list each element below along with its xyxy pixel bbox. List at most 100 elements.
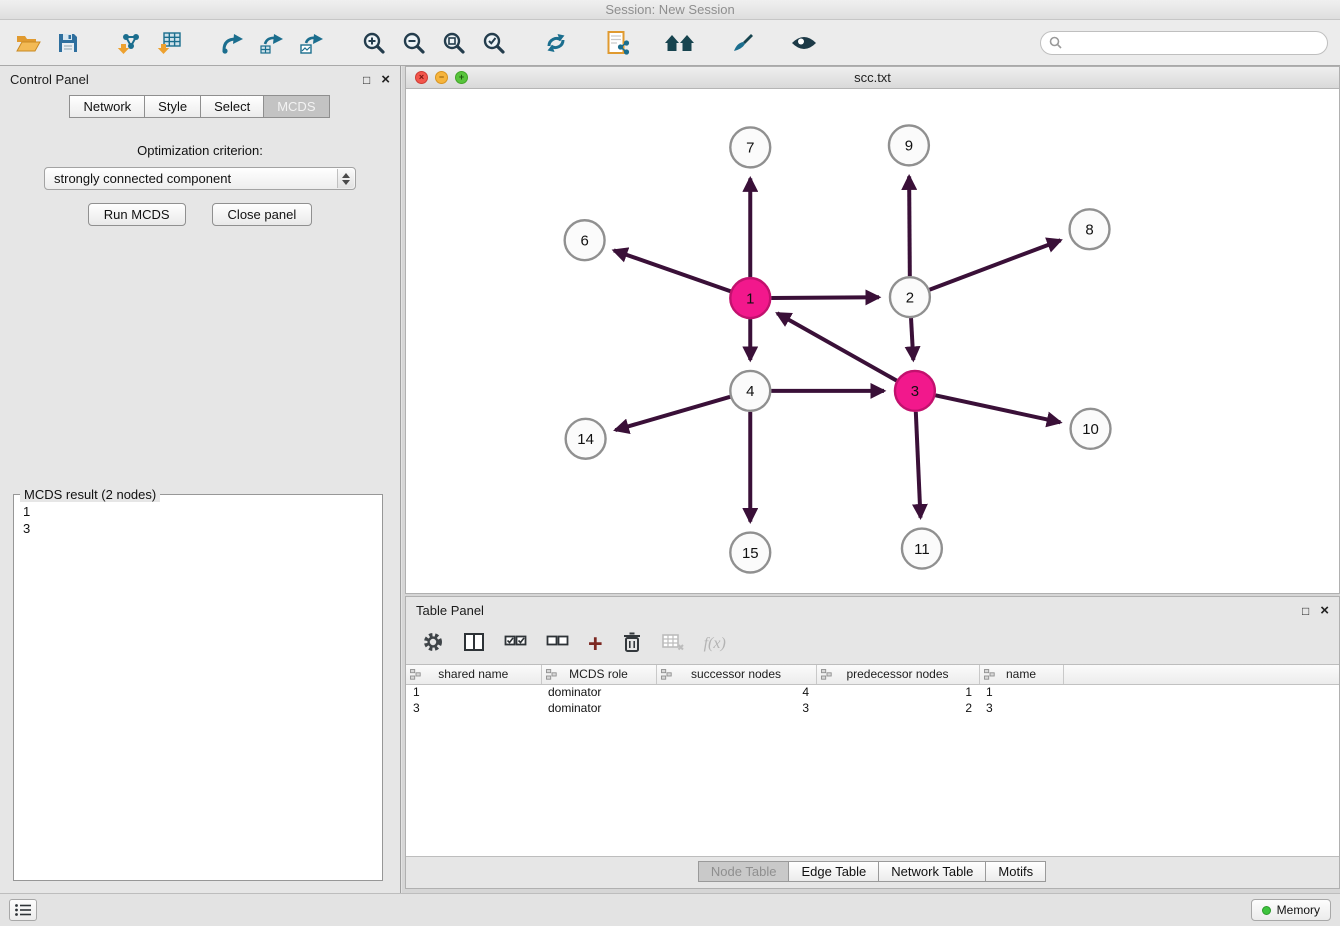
control-panel-title: Control Panel xyxy=(10,72,89,87)
function-builder-button[interactable]: f(x) xyxy=(704,635,726,653)
node-9[interactable]: 9 xyxy=(889,125,929,165)
zoom-window-icon[interactable]: + xyxy=(455,71,468,84)
node-label: 15 xyxy=(742,545,759,562)
import-network-icon xyxy=(117,30,143,56)
run-mcds-button[interactable]: Run MCDS xyxy=(88,203,186,226)
column-header-mcds-role[interactable]: MCDS role xyxy=(541,665,656,684)
status-list-button[interactable] xyxy=(9,899,37,921)
show-graphics-details-button[interactable] xyxy=(788,25,820,61)
edge-1-to-6[interactable] xyxy=(614,250,731,291)
export-network-button[interactable] xyxy=(216,25,248,61)
import-table-button[interactable] xyxy=(154,25,186,61)
delete-column-button[interactable] xyxy=(622,631,642,658)
column-header-filler xyxy=(1063,665,1339,684)
search-input[interactable] xyxy=(1068,35,1319,51)
column-header-predecessor-nodes[interactable]: predecessor nodes xyxy=(816,665,979,684)
export-image-icon xyxy=(299,31,325,55)
node-3[interactable]: 3 xyxy=(895,371,935,411)
column-type-icon xyxy=(546,669,557,680)
node-15[interactable]: 15 xyxy=(730,533,770,573)
search-field[interactable] xyxy=(1040,31,1328,55)
zoom-out-button[interactable] xyxy=(398,25,430,61)
column-header-successor-nodes[interactable]: successor nodes xyxy=(656,665,816,684)
style-brush-button[interactable] xyxy=(726,25,758,61)
memory-button[interactable]: Memory xyxy=(1251,899,1331,921)
node-label: 10 xyxy=(1082,421,1099,438)
refresh-view-button[interactable] xyxy=(540,25,572,61)
export-table-button[interactable] xyxy=(256,25,288,61)
edge-3-to-1[interactable] xyxy=(777,313,896,380)
tab-style[interactable]: Style xyxy=(144,95,201,118)
node-6[interactable]: 6 xyxy=(565,220,605,260)
export-table-icon xyxy=(259,31,285,55)
trash-icon xyxy=(622,631,642,653)
node-table: shared nameMCDS rolesuccessor nodesprede… xyxy=(406,665,1339,716)
show-columns-button[interactable] xyxy=(463,632,485,657)
edge-2-to-3[interactable] xyxy=(911,318,913,360)
zoom-selected-button[interactable] xyxy=(478,25,510,61)
cell-successor-nodes: 3 xyxy=(656,700,816,716)
mcds-result-title: MCDS result (2 nodes) xyxy=(20,487,160,502)
select-all-columns-button[interactable] xyxy=(504,632,527,657)
edge-4-to-14[interactable] xyxy=(615,397,730,430)
close-panel-button[interactable]: Close panel xyxy=(212,203,313,226)
float-panel-icon[interactable]: □ xyxy=(363,74,370,86)
delete-table-button[interactable] xyxy=(661,632,685,657)
edge-1-to-2[interactable] xyxy=(771,297,879,298)
node-10[interactable]: 10 xyxy=(1071,409,1111,449)
search-icon xyxy=(1049,36,1062,49)
table-row[interactable]: 3dominator323 xyxy=(406,700,1339,716)
tab-edge-table[interactable]: Edge Table xyxy=(788,861,879,882)
home-view-button[interactable] xyxy=(664,25,696,61)
column-header-name[interactable]: name xyxy=(979,665,1063,684)
export-web-document-button[interactable] xyxy=(602,25,634,61)
node-label: 1 xyxy=(746,290,754,307)
edge-3-to-11[interactable] xyxy=(916,412,921,518)
table-settings-button[interactable] xyxy=(422,631,444,658)
tab-network[interactable]: Network xyxy=(69,95,145,118)
tab-node-table[interactable]: Node Table xyxy=(698,861,790,882)
close-table-panel-icon[interactable]: × xyxy=(1320,605,1329,617)
node-2[interactable]: 2 xyxy=(890,277,930,317)
tab-motifs[interactable]: Motifs xyxy=(985,861,1046,882)
save-session-button[interactable] xyxy=(52,25,84,61)
network-canvas[interactable]: 7 9 6 8 1 2 4 3 14 10 15 11 xyxy=(406,89,1339,593)
export-image-button[interactable] xyxy=(296,25,328,61)
column-header-shared-name[interactable]: shared name xyxy=(406,665,541,684)
node-8[interactable]: 8 xyxy=(1070,209,1110,249)
node-14[interactable]: 14 xyxy=(566,419,606,459)
add-column-button[interactable]: + xyxy=(588,635,603,653)
import-network-button[interactable] xyxy=(114,25,146,61)
tab-mcds[interactable]: MCDS xyxy=(263,95,329,118)
zoom-in-button[interactable] xyxy=(358,25,390,61)
tab-select[interactable]: Select xyxy=(200,95,264,118)
refresh-icon xyxy=(543,31,569,55)
mcds-result-frame: MCDS result (2 nodes) 13 xyxy=(13,494,383,881)
criterion-dropdown[interactable]: strongly connected component xyxy=(44,167,356,190)
unselect-all-columns-button[interactable] xyxy=(546,632,569,657)
float-table-panel-icon[interactable]: □ xyxy=(1302,605,1309,617)
mcds-result-value: 1 xyxy=(17,503,379,520)
tab-network-table[interactable]: Network Table xyxy=(878,861,986,882)
close-window-icon[interactable]: × xyxy=(415,71,428,84)
mcds-result-list[interactable]: 13 xyxy=(17,503,379,877)
table-toolbar: + xyxy=(406,624,1339,664)
table-header-row: shared nameMCDS rolesuccessor nodesprede… xyxy=(406,665,1339,684)
open-session-button[interactable] xyxy=(12,25,44,61)
node-table-container[interactable]: shared nameMCDS rolesuccessor nodesprede… xyxy=(406,664,1339,857)
close-panel-icon[interactable]: × xyxy=(381,74,390,86)
minimize-window-icon[interactable]: − xyxy=(435,71,448,84)
edge-2-to-8[interactable] xyxy=(929,240,1060,289)
edge-3-to-10[interactable] xyxy=(935,395,1060,422)
node-11[interactable]: 11 xyxy=(902,529,942,569)
node-1[interactable]: 1 xyxy=(730,278,770,318)
node-7[interactable]: 7 xyxy=(730,127,770,167)
cell-mcds-role: dominator xyxy=(541,700,656,716)
delete-table-icon xyxy=(661,632,685,652)
node-4[interactable]: 4 xyxy=(730,371,770,411)
control-panel: Control Panel □ × NetworkStyleSelectMCDS… xyxy=(0,66,401,893)
cell-name: 1 xyxy=(979,684,1063,700)
edge-2-to-9[interactable] xyxy=(909,176,910,276)
zoom-fit-button[interactable] xyxy=(438,25,470,61)
table-row[interactable]: 1dominator411 xyxy=(406,684,1339,700)
